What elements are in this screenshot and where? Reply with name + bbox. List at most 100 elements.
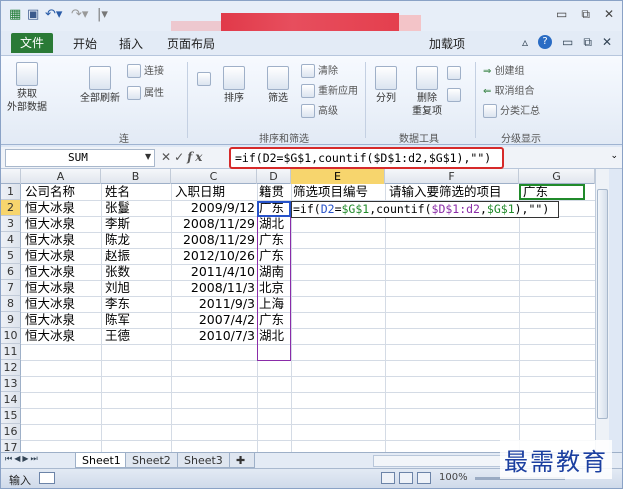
row-header[interactable]: 15 — [1, 408, 21, 424]
name-box[interactable]: SUM — [5, 149, 155, 167]
cell-c[interactable]: 2008/11/29 — [171, 216, 257, 232]
cell-b[interactable]: 刘旭 — [103, 280, 132, 296]
row-header[interactable]: 11 — [1, 344, 21, 360]
row-header[interactable]: 3 — [1, 216, 21, 232]
column-header[interactable]: F — [385, 169, 519, 184]
sheet-nav-icon[interactable]: ⏮◀▶⏭ — [5, 454, 40, 464]
vertical-scrollbar[interactable] — [595, 169, 609, 452]
cell-a[interactable]: 恒大冰泉 — [23, 248, 77, 264]
cell-a[interactable]: 恒大冰泉 — [23, 264, 77, 280]
cell-c[interactable]: 2010/7/3 — [171, 328, 257, 344]
tab-page-layout[interactable]: 页面布局 — [167, 35, 215, 52]
cancel-icon[interactable]: ✕ — [161, 150, 174, 164]
column-header[interactable]: D — [257, 169, 291, 184]
sheet-tab-2[interactable]: Sheet2 — [125, 453, 178, 468]
row-header[interactable]: 16 — [1, 424, 21, 440]
connections-button[interactable]: 连接 — [127, 62, 164, 78]
refresh-all-button[interactable]: 全部刷新 — [75, 66, 125, 105]
help-icon[interactable]: ? — [538, 35, 553, 49]
column-header[interactable]: A — [21, 169, 101, 184]
redo-icon[interactable]: ↷▾ — [71, 8, 88, 22]
cell-a[interactable]: 恒大冰泉 — [23, 296, 77, 312]
cell-e2-editing[interactable]: =if(D2=$G$1,countif($D$1:d2,$G$1),"") — [291, 201, 559, 218]
cell-c1[interactable]: 入职日期 — [173, 184, 227, 200]
sheet-tab-3[interactable]: Sheet3 — [177, 453, 230, 468]
ungroup-button[interactable]: ⇐ 取消组合 — [483, 82, 535, 97]
cell-b[interactable]: 赵振 — [103, 248, 132, 264]
cell-b[interactable]: 李东 — [103, 296, 132, 312]
cell-b[interactable]: 李斯 — [103, 216, 132, 232]
close-icon[interactable]: ✕ — [604, 7, 614, 22]
row-header[interactable]: 12 — [1, 360, 21, 376]
sort-az-button[interactable] — [197, 72, 214, 86]
cell-a[interactable]: 恒大冰泉 — [23, 280, 77, 296]
properties-button[interactable]: 属性 — [127, 84, 164, 100]
cell-c[interactable]: 2008/11/29 — [171, 232, 257, 248]
row-header[interactable]: 8 — [1, 296, 21, 312]
select-all-corner[interactable] — [1, 169, 21, 184]
chevron-down-icon[interactable]: ▼ — [145, 152, 151, 161]
row-header[interactable]: 10 — [1, 328, 21, 344]
normal-view-icon[interactable] — [381, 472, 395, 484]
remove-duplicates-button[interactable]: 删除 重复项 — [409, 66, 445, 118]
row-header[interactable]: 7 — [1, 280, 21, 296]
cell-b[interactable]: 陈龙 — [103, 232, 132, 248]
group-button[interactable]: ⇒ 创建组 — [483, 62, 525, 77]
undo-icon[interactable]: ↶▾ — [45, 8, 62, 22]
insert-sheet-icon[interactable]: ✚ — [229, 453, 255, 468]
column-header[interactable]: B — [101, 169, 171, 184]
expand-formula-icon[interactable]: ⌄ — [610, 151, 618, 161]
page-break-view-icon[interactable] — [417, 472, 431, 484]
save-icon[interactable]: ▣ — [27, 8, 39, 22]
macro-record-icon[interactable] — [39, 472, 55, 484]
cell-a[interactable]: 恒大冰泉 — [23, 200, 77, 216]
consolidate-icon[interactable] — [447, 88, 464, 102]
cell-f1[interactable]: 请输入要筛选的项目 — [387, 184, 504, 200]
column-header[interactable]: G — [519, 169, 595, 184]
worksheet-grid[interactable]: A B C D E F G 1 2 3 4 5 6 7 8 9 10 11 12… — [1, 169, 609, 452]
sort-button[interactable]: 排序 — [219, 66, 249, 105]
cell-c[interactable]: 2009/9/12 — [171, 200, 257, 216]
sheet-tab-1[interactable]: Sheet1 — [75, 453, 128, 468]
cell-a[interactable]: 恒大冰泉 — [23, 328, 77, 344]
clear-button[interactable]: 清除 — [301, 62, 338, 78]
cell-b1[interactable]: 姓名 — [103, 184, 132, 200]
doc-minimize-icon[interactable]: ▭ — [562, 35, 573, 50]
filter-button[interactable]: 筛选 — [263, 66, 293, 105]
cell-b[interactable]: 陈军 — [103, 312, 132, 328]
row-header[interactable]: 1 — [1, 184, 21, 200]
row-header[interactable]: 17 — [1, 440, 21, 452]
cell-c[interactable]: 2012/10/26 — [171, 248, 257, 264]
cell-c[interactable]: 2011/9/3 — [171, 296, 257, 312]
reapply-button[interactable]: 重新应用 — [301, 82, 358, 98]
data-validation-icon[interactable] — [447, 66, 464, 80]
page-layout-view-icon[interactable] — [399, 472, 413, 484]
tab-home[interactable]: 开始 — [73, 35, 97, 52]
row-header[interactable]: 4 — [1, 232, 21, 248]
cell-d1[interactable]: 籍贯 — [257, 184, 286, 200]
ribbon-minimize-icon[interactable]: ▵ — [522, 35, 528, 50]
enter-icon[interactable]: ✓ — [174, 150, 187, 164]
text-to-columns-button[interactable]: 分列 — [371, 66, 401, 105]
tab-insert[interactable]: 插入 — [119, 35, 143, 52]
cell-b[interactable]: 张数 — [103, 264, 132, 280]
scroll-thumb[interactable] — [597, 189, 608, 419]
cell-b[interactable]: 王德 — [103, 328, 132, 344]
subtotal-button[interactable]: 分类汇总 — [483, 102, 540, 118]
column-header[interactable]: C — [171, 169, 257, 184]
row-header[interactable]: 6 — [1, 264, 21, 280]
cell-c[interactable]: 2007/4/2 — [171, 312, 257, 328]
cell-a[interactable]: 恒大冰泉 — [23, 216, 77, 232]
tab-addins[interactable]: 加载项 — [429, 35, 465, 52]
cell-e1[interactable]: 筛选项目编号 — [291, 184, 370, 200]
get-external-data-button[interactable]: 获取 外部数据 — [7, 62, 47, 114]
customize-qa-icon[interactable]: |▾ — [97, 8, 108, 22]
cell-c[interactable]: 2011/4/10 — [171, 264, 257, 280]
formula-input[interactable]: =if(D2=$G$1,countif($D$1:d2,$G$1),"") — [229, 147, 504, 169]
maximize-icon[interactable]: ⧉ — [581, 7, 590, 22]
doc-close-icon[interactable]: ✕ — [602, 35, 612, 50]
cell-b[interactable]: 张鬘 — [103, 200, 132, 216]
row-header[interactable]: 14 — [1, 392, 21, 408]
column-header[interactable]: E — [291, 169, 385, 184]
advanced-button[interactable]: 高级 — [301, 102, 338, 118]
